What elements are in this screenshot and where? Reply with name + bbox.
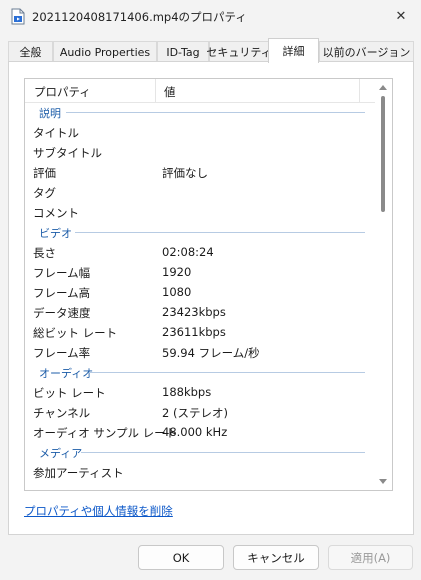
- cancel-button[interactable]: キャンセル: [233, 545, 319, 570]
- list-item[interactable]: タイトル: [25, 122, 377, 142]
- tab-security[interactable]: セキュリティ: [206, 41, 272, 62]
- list-item[interactable]: コメント: [25, 202, 377, 222]
- group-divider: [89, 372, 365, 373]
- vertical-scrollbar[interactable]: [375, 79, 392, 490]
- list-item[interactable]: フレーム幅 1920: [25, 262, 377, 282]
- details-panel: プロパティ 値 説明 タイトル サブタイトル 評価 評価なし タグ コメント ビデ…: [8, 61, 414, 535]
- close-icon: ✕: [395, 8, 407, 24]
- property-name: 総ビット レート: [33, 326, 118, 340]
- group-header-video[interactable]: ビデオ: [25, 222, 377, 242]
- property-value: 48.000 kHz: [162, 425, 228, 439]
- video-file-icon: [11, 8, 25, 25]
- group-divider: [75, 232, 365, 233]
- property-value: 評価なし: [162, 166, 208, 180]
- remove-properties-link[interactable]: プロパティや個人情報を削除: [24, 503, 173, 519]
- property-value: 02:08:24: [162, 245, 214, 259]
- window-title: 2021120408171406.mp4のプロパティ: [32, 10, 247, 24]
- group-header-media[interactable]: メディア: [25, 442, 377, 462]
- property-name: データ速度: [33, 306, 91, 320]
- list-item[interactable]: オーディオ サンプル レート 48.000 kHz: [25, 422, 377, 442]
- properties-dialog: 2021120408171406.mp4のプロパティ ✕ 全般 Audio Pr…: [0, 0, 421, 580]
- group-header-audio[interactable]: オーディオ: [25, 362, 377, 382]
- list-item[interactable]: サブタイトル: [25, 142, 377, 162]
- property-name: タグ: [33, 186, 56, 200]
- group-divider: [66, 112, 365, 113]
- list-item[interactable]: 長さ 02:08:24: [25, 242, 377, 262]
- tab-id-tag[interactable]: ID-Tag: [157, 41, 209, 62]
- property-name: オーディオ サンプル レート: [33, 426, 178, 440]
- property-value: 1920: [162, 265, 192, 279]
- property-value: 2 (ステレオ): [162, 406, 228, 420]
- tab-audio-properties[interactable]: Audio Properties: [53, 41, 157, 62]
- property-name: 長さ: [33, 246, 56, 260]
- property-name: ビット レート: [33, 386, 106, 400]
- scroll-down-arrow-icon[interactable]: [379, 479, 387, 484]
- list-item[interactable]: 参加アーティスト: [25, 462, 377, 482]
- property-name: フレーム高: [33, 286, 91, 300]
- list-item[interactable]: フレーム高 1080: [25, 282, 377, 302]
- ok-button[interactable]: OK: [138, 545, 224, 570]
- group-label: ビデオ: [39, 227, 72, 240]
- group-divider: [81, 452, 365, 453]
- tab-previous-versions[interactable]: 以前のバージョン: [319, 41, 414, 62]
- close-button[interactable]: ✕: [381, 0, 421, 32]
- property-list[interactable]: プロパティ 値 説明 タイトル サブタイトル 評価 評価なし タグ コメント ビデ…: [24, 78, 393, 491]
- tab-details[interactable]: 詳細: [268, 38, 319, 63]
- column-divider[interactable]: [359, 79, 360, 102]
- property-name: 評価: [33, 166, 56, 180]
- list-item[interactable]: フレーム率 59.94 フレーム/秒: [25, 342, 377, 362]
- property-name: タイトル: [33, 126, 79, 140]
- property-value: 59.94 フレーム/秒: [162, 346, 260, 360]
- property-value: 23423kbps: [162, 305, 226, 319]
- column-divider[interactable]: [155, 79, 156, 102]
- list-item[interactable]: 総ビット レート 23611kbps: [25, 322, 377, 342]
- column-header-value[interactable]: 値: [164, 84, 176, 100]
- scrollbar-thumb[interactable]: [381, 96, 385, 212]
- tab-general[interactable]: 全般: [8, 41, 53, 62]
- property-value: 1080: [162, 285, 192, 299]
- column-header-property[interactable]: プロパティ: [34, 84, 91, 100]
- scroll-up-arrow-icon[interactable]: [379, 85, 387, 90]
- group-label: オーディオ: [39, 367, 94, 380]
- tab-bar: 全般 Audio Properties ID-Tag セキュリティ 詳細 以前の…: [8, 38, 414, 63]
- list-item[interactable]: ビット レート 188kbps: [25, 382, 377, 402]
- property-name: フレーム幅: [33, 266, 91, 280]
- property-value: 188kbps: [162, 385, 212, 399]
- apply-button[interactable]: 適用(A): [328, 545, 413, 570]
- property-name: チャンネル: [33, 406, 91, 420]
- list-item[interactable]: チャンネル 2 (ステレオ): [25, 402, 377, 422]
- property-name: 参加アーティスト: [33, 466, 124, 480]
- list-header: プロパティ 値: [25, 79, 377, 103]
- property-name: コメント: [33, 206, 79, 220]
- list-item[interactable]: タグ: [25, 182, 377, 202]
- property-name: フレーム率: [33, 346, 91, 360]
- title-bar[interactable]: 2021120408171406.mp4のプロパティ ✕: [0, 0, 421, 32]
- group-label: 説明: [39, 107, 61, 120]
- property-name: サブタイトル: [33, 146, 102, 160]
- list-item[interactable]: 評価 評価なし: [25, 162, 377, 182]
- list-item[interactable]: データ速度 23423kbps: [25, 302, 377, 322]
- list-body: 説明 タイトル サブタイトル 評価 評価なし タグ コメント ビデオ 長さ 02:0…: [25, 102, 377, 482]
- property-value: 23611kbps: [162, 325, 226, 339]
- group-header-description[interactable]: 説明: [25, 102, 377, 122]
- group-label: メディア: [39, 447, 83, 460]
